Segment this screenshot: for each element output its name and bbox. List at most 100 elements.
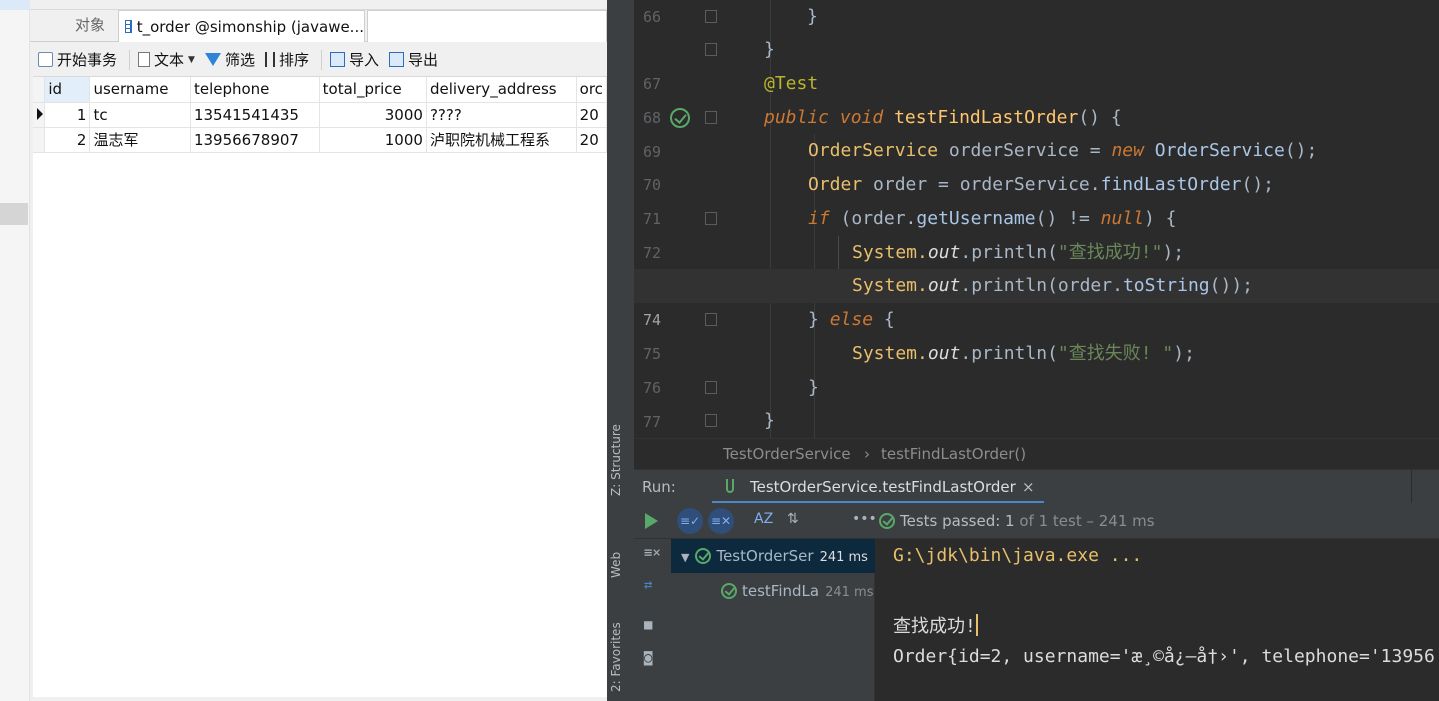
grid-header-row: id username telephone total_price delive… <box>33 77 607 103</box>
code-line[interactable]: 70 OrderService orderService = new Order… <box>634 134 1439 194</box>
cell-delivery-address[interactable]: 泸职院机械工程系 <box>426 127 577 153</box>
fold-marker-icon[interactable] <box>705 414 717 427</box>
cell-telephone[interactable]: 13541541435 <box>190 102 320 128</box>
close-icon[interactable]: × <box>1022 478 1035 496</box>
tab-t-order[interactable]: t_order @simonship (javawe... <box>118 10 365 42</box>
import-icon <box>329 52 345 67</box>
transaction-icon <box>38 52 53 67</box>
code-line-current[interactable]: 74 System.out.println(order.toString()); <box>634 269 1439 329</box>
table-row[interactable]: 1 tc 13541541435 3000 ???? 20 <box>33 102 607 128</box>
column-header-total-price[interactable]: total_price <box>319 77 427 103</box>
cell-username[interactable]: 温志军 <box>89 127 191 153</box>
filter-button[interactable]: 筛选 <box>204 49 255 70</box>
soft-wrap-icon[interactable]: ⇄ <box>644 577 652 593</box>
tree-node-suite[interactable]: ▼ TestOrderSer 241 ms <box>671 539 875 573</box>
code-text: } <box>764 39 775 60</box>
column-header-id[interactable]: id <box>44 77 91 103</box>
chevron-down-icon: ▼ <box>681 551 690 564</box>
code-line[interactable]: 69 public void testFindLastOrder() { <box>634 101 1439 161</box>
code-line[interactable]: 75 } else { <box>634 303 1439 363</box>
fold-marker-icon[interactable] <box>705 212 717 225</box>
begin-transaction-button[interactable]: 开始事务 <box>38 49 117 70</box>
export-button[interactable]: 导出 <box>389 49 438 70</box>
favorites-tool-tab[interactable]: 2: Favorites <box>609 622 623 692</box>
code-editor[interactable]: 66 } 67 } 68 @Test 69 public void testFi… <box>634 0 1439 464</box>
run-side-toolbar: ≡× ⇄ ■ ◙ <box>634 539 671 701</box>
code-line[interactable]: 68 @Test <box>634 67 1439 127</box>
column-header-order[interactable]: orc <box>576 77 607 103</box>
cell-telephone[interactable]: 13956678907 <box>190 127 320 153</box>
strip-selection-marker <box>0 203 28 225</box>
rerun-play-icon[interactable] <box>645 513 658 529</box>
show-ignored-toggle-icon[interactable]: ≡✕ <box>708 508 734 534</box>
fold-marker-icon[interactable] <box>705 111 717 124</box>
structure-tool-tab[interactable]: Z: Structure <box>609 424 623 496</box>
row-selector[interactable] <box>33 127 46 153</box>
document-icon <box>138 52 151 67</box>
column-header-username[interactable]: username <box>89 77 191 103</box>
sort-by-duration-icon[interactable]: ⇅ <box>787 511 799 527</box>
sort-alphabetically-icon[interactable]: AZ <box>754 511 773 527</box>
fold-marker-icon[interactable] <box>705 313 717 326</box>
fold-marker-icon[interactable] <box>705 43 717 56</box>
breadcrumb-class[interactable]: TestOrderService <box>723 439 851 470</box>
test-passed-icon <box>721 583 737 599</box>
cell-total-price[interactable]: 3000 <box>319 102 427 128</box>
breadcrumb-method[interactable]: testFindLastOrder() <box>881 439 1026 470</box>
code-line[interactable]: 66 } <box>634 0 1439 34</box>
run-config-tab-label: TestOrderService.testFindLastOrder <box>750 478 1016 496</box>
text-button[interactable]: 文本 ▼ <box>138 49 195 70</box>
web-tool-tab[interactable]: Web <box>609 552 623 578</box>
camera-icon[interactable]: ◙ <box>644 650 652 666</box>
console-line: 查找成功! <box>893 612 978 638</box>
cell-id[interactable]: 2 <box>44 127 91 153</box>
wrap-output-icon[interactable]: ≡× <box>644 545 661 561</box>
test-results-tree: ▼ TestOrderSer 241 ms testFindLa 241 ms <box>671 539 875 701</box>
more-options-icon[interactable]: ••• <box>852 511 877 527</box>
run-toolbar: ≡✓ ≡✕ AZ ⇅ ••• Tests passed: 1 of 1 test… <box>634 503 1439 539</box>
tab-blank-area <box>367 10 607 42</box>
fold-marker-icon[interactable] <box>705 381 717 394</box>
sort-label: 排序 <box>278 51 309 69</box>
cell-username[interactable]: tc <box>89 102 191 128</box>
code-line[interactable]: 78 } <box>634 404 1439 464</box>
code-line[interactable]: 76 System.out.println("查找失败! "); <box>634 337 1439 397</box>
export-icon <box>389 52 404 67</box>
code-text: if (order.getUsername() != null) { <box>808 208 1177 229</box>
code-text: System.out.println("查找成功!"); <box>852 242 1185 263</box>
tests-status: Tests passed: 1 of 1 test – 241 ms <box>879 512 1155 530</box>
code-text: } <box>807 6 818 27</box>
code-line[interactable]: 72 if (order.getUsername() != null) { <box>634 202 1439 262</box>
tests-status-detail: of 1 test – 241 ms <box>1014 512 1155 530</box>
cell-order[interactable]: 20 <box>576 102 607 128</box>
code-line[interactable]: 77 } <box>634 371 1439 431</box>
show-passed-toggle-icon[interactable]: ≡✓ <box>677 508 703 534</box>
run-test-passed-icon[interactable] <box>670 108 690 128</box>
row-selector[interactable] <box>33 102 46 128</box>
run-config-tab[interactable]: TestOrderService.testFindLastOrder × <box>712 470 1044 504</box>
import-button[interactable]: 导入 <box>329 49 379 70</box>
sort-button[interactable]: 排序 <box>264 49 309 70</box>
column-header-delivery-address[interactable]: delivery_address <box>426 77 577 103</box>
table-row[interactable]: 2 温志军 13956678907 1000 泸职院机械工程系 20 <box>33 127 607 153</box>
code-line[interactable]: 71 Order order = orderService.findLastOr… <box>634 168 1439 228</box>
sort-icon <box>264 52 275 67</box>
code-line[interactable]: 73 System.out.println("查找成功!"); <box>634 236 1439 296</box>
cell-order[interactable]: 20 <box>576 127 607 153</box>
fold-marker-icon[interactable] <box>705 10 717 23</box>
cell-delivery-address[interactable]: ???? <box>426 102 577 128</box>
cell-id[interactable]: 1 <box>44 102 91 128</box>
stop-icon[interactable]: ■ <box>644 617 652 633</box>
code-text: Order order = orderService.findLastOrder… <box>808 174 1275 195</box>
column-header-telephone[interactable]: telephone <box>190 77 320 103</box>
tree-node-test[interactable]: testFindLa 241 ms <box>721 574 873 608</box>
console-output[interactable]: G:\jdk\bin\java.exe ... 查找成功! Order{id=2… <box>875 539 1439 701</box>
table-icon <box>125 20 132 33</box>
text-label: 文本 <box>154 51 185 69</box>
code-line[interactable]: 67 } <box>634 33 1439 93</box>
toolbar-divider <box>129 49 131 70</box>
toolbar-divider <box>320 49 322 70</box>
tree-node-label: TestOrderSer <box>716 547 814 565</box>
cell-total-price[interactable]: 1000 <box>319 127 427 153</box>
code-text: public void testFindLastOrder() { <box>764 107 1122 128</box>
